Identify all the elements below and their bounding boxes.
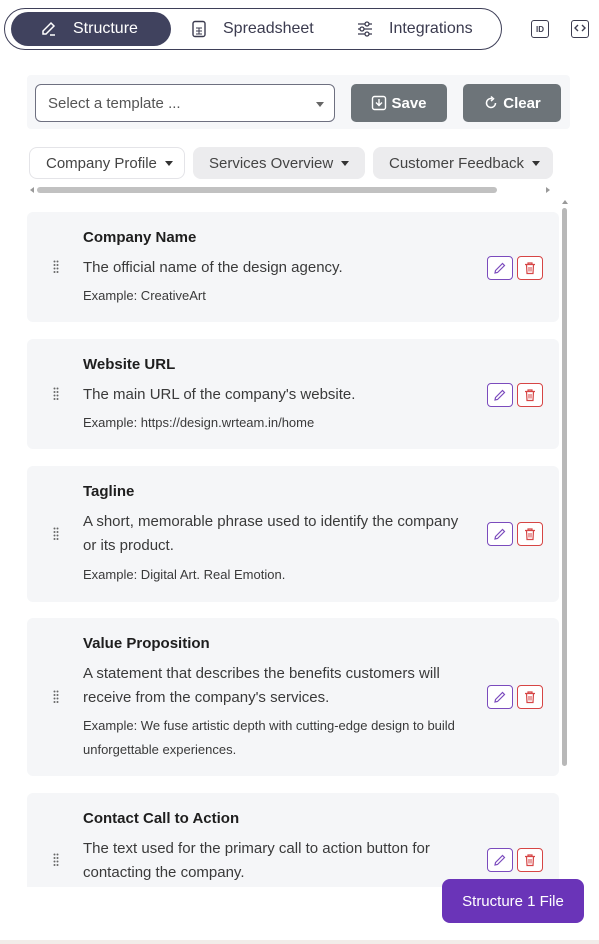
save-button[interactable]: Save [351, 84, 447, 122]
section-chip-customer-feedback[interactable]: Customer Feedback [373, 147, 553, 179]
code-icon [574, 23, 586, 35]
field-list: Company Name The official name of the de… [27, 212, 559, 887]
refresh-icon [483, 95, 499, 111]
edit-button[interactable] [487, 848, 513, 872]
template-select[interactable]: Select a template ... [35, 84, 335, 122]
scroll-up-icon[interactable] [562, 200, 568, 204]
pencil-icon [494, 389, 506, 401]
vertical-scrollbar[interactable] [561, 200, 569, 768]
field-description: A short, memorable phrase used to identi… [83, 513, 459, 554]
view-tabbar: Structure Spreadsheet Integrations [4, 8, 502, 50]
id-label: ID [536, 24, 544, 34]
pencil-icon [494, 262, 506, 274]
clear-button[interactable]: Clear [463, 84, 561, 122]
delete-button[interactable] [517, 522, 543, 546]
tab-structure-label: Structure [73, 20, 138, 37]
sliders-icon [355, 19, 375, 39]
tab-integrations-label: Integrations [389, 20, 473, 37]
drag-handle-icon[interactable] [53, 260, 59, 274]
edit-button[interactable] [487, 383, 513, 407]
field-description: A statement that describes the benefits … [83, 665, 440, 706]
field-example: Example: We fuse artistic depth with cut… [83, 718, 455, 757]
drag-handle-icon[interactable] [53, 527, 59, 541]
trash-icon [525, 528, 535, 541]
edit-button[interactable] [487, 256, 513, 280]
field-title: Website URL [83, 356, 176, 373]
caret-down-icon [341, 160, 350, 166]
id-toggle-button[interactable]: ID [531, 20, 549, 38]
horizontal-scroll-thumb[interactable] [37, 187, 497, 193]
download-icon [371, 95, 387, 111]
field-title: Value Proposition [83, 635, 210, 652]
trash-icon [525, 854, 535, 867]
trash-icon [525, 691, 535, 704]
save-label: Save [391, 94, 427, 112]
trash-icon [525, 262, 535, 275]
field-card: Tagline A short, memorable phrase used t… [27, 466, 559, 602]
pencil-square-icon [39, 19, 59, 39]
field-description: The main URL of the company's website. [83, 386, 356, 403]
horizontal-scrollbar[interactable] [30, 186, 550, 194]
structure-file-button[interactable]: Structure 1 File [442, 879, 584, 923]
caret-down-icon [532, 160, 541, 166]
edit-button[interactable] [487, 685, 513, 709]
code-view-button[interactable] [571, 20, 589, 38]
template-panel: Select a template ... Save Clear [27, 75, 570, 129]
edit-button[interactable] [487, 522, 513, 546]
section-chip-label: Customer Feedback [389, 154, 525, 172]
delete-button[interactable] [517, 848, 543, 872]
field-example: Example: Digital Art. Real Emotion. [83, 567, 286, 582]
delete-button[interactable] [517, 383, 543, 407]
field-card: Website URL The main URL of the company'… [27, 339, 559, 449]
field-card: Company Name The official name of the de… [27, 212, 559, 322]
vertical-scroll-thumb[interactable] [562, 208, 567, 766]
field-card: Value Proposition A statement that descr… [27, 618, 559, 776]
field-card: Contact Call to Action The text used for… [27, 793, 559, 887]
drag-handle-icon[interactable] [53, 690, 59, 704]
field-title: Contact Call to Action [83, 810, 240, 827]
field-description: The official name of the design agency. [83, 259, 343, 276]
tab-spreadsheet-label: Spreadsheet [223, 20, 314, 37]
field-example: Example: https://design.wrteam.in/home [83, 415, 315, 430]
structure-file-label: Structure 1 File [462, 892, 564, 910]
field-title: Company Name [83, 229, 197, 246]
field-description: The text used for the primary call to ac… [83, 840, 430, 881]
template-select-placeholder: Select a template ... [48, 94, 181, 112]
trash-icon [525, 389, 535, 402]
section-chip-label: Company Profile [46, 154, 157, 172]
chevron-down-icon [316, 102, 324, 107]
tab-spreadsheet[interactable]: Spreadsheet [189, 12, 314, 46]
tab-integrations[interactable]: Integrations [355, 12, 473, 46]
scroll-right-icon[interactable] [546, 187, 550, 193]
pencil-icon [494, 691, 506, 703]
delete-button[interactable] [517, 256, 543, 280]
clear-label: Clear [503, 94, 541, 112]
delete-button[interactable] [517, 685, 543, 709]
caret-down-icon [164, 160, 173, 166]
spreadsheet-icon [189, 19, 209, 39]
drag-handle-icon[interactable] [53, 853, 59, 867]
scroll-left-icon[interactable] [30, 187, 34, 193]
section-chip-services-overview[interactable]: Services Overview [193, 147, 365, 179]
bottom-divider [0, 940, 599, 944]
field-example: Example: CreativeArt [83, 288, 206, 303]
section-chip-company-profile[interactable]: Company Profile [29, 147, 185, 179]
section-chip-label: Services Overview [209, 154, 334, 172]
drag-handle-icon[interactable] [53, 387, 59, 401]
pencil-icon [494, 528, 506, 540]
tab-structure[interactable]: Structure [11, 12, 171, 46]
pencil-icon [494, 854, 506, 866]
field-title: Tagline [83, 483, 135, 500]
